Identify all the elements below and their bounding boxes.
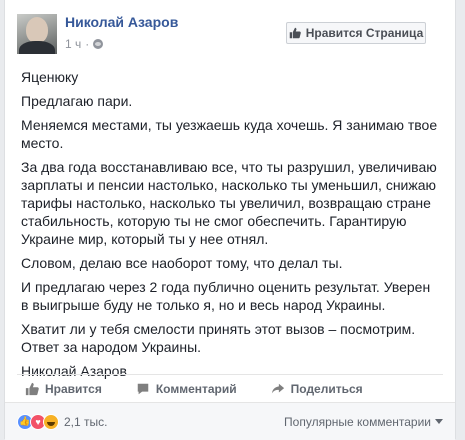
globe-icon[interactable]	[93, 39, 104, 49]
thumbs-up-icon	[25, 382, 39, 396]
like-label: Нравится	[45, 382, 102, 396]
comment-button[interactable]: Комментарий	[136, 382, 237, 396]
post-paragraph: Словом, делаю все наоборот тому, что дел…	[21, 255, 343, 271]
haha-icon[interactable]	[43, 413, 59, 430]
reactions-bar: 👍 ♥ 2,1 тыс. Популярные комментарии	[5, 402, 455, 440]
share-label: Поделиться	[290, 382, 363, 396]
comment-label: Комментарий	[155, 382, 237, 396]
author-name[interactable]: Николай Азаров	[65, 14, 178, 30]
post-paragraph: И предлагаю через 2 года публично оценит…	[21, 279, 431, 313]
comment-sort-label: Популярные комментарии	[284, 414, 431, 429]
caret-down-icon	[435, 419, 443, 424]
share-icon	[271, 383, 284, 394]
like-page-button[interactable]: Нравится Страница	[286, 22, 426, 44]
post-paragraph: Яценюку	[21, 69, 79, 85]
like-page-label: Нравится Страница	[305, 26, 424, 40]
action-bar: Нравится Комментарий Поделиться	[17, 374, 443, 401]
post-paragraph: Меняемся местами, ты уезжаешь куда хочеш…	[21, 117, 438, 151]
avatar[interactable]	[17, 14, 57, 54]
like-button[interactable]: Нравится	[25, 382, 102, 396]
share-button[interactable]: Поделиться	[271, 382, 363, 396]
post-paragraph: Ответ за народом Украины.	[21, 339, 202, 355]
separator: ·	[85, 37, 90, 51]
post-body: Яценюку Предлагаю пари. Меняемся местами…	[21, 68, 441, 386]
post-paragraph: Предлагаю пари.	[21, 93, 133, 109]
post-paragraph: За два года восстанавливаю все, что ты р…	[21, 159, 437, 247]
post-paragraph: Хватит ли у тебя смелости принять этот в…	[21, 321, 416, 337]
thumbs-up-icon	[289, 27, 301, 39]
post-time[interactable]: 1 ч	[65, 37, 81, 51]
comment-sort-dropdown[interactable]: Популярные комментарии	[284, 415, 443, 429]
avatar-shoulders	[19, 41, 55, 54]
reaction-count[interactable]: 2,1 тыс.	[64, 415, 107, 429]
comment-icon	[137, 383, 149, 395]
avatar-face	[26, 17, 48, 43]
post-meta: 1 ч ·	[65, 37, 104, 51]
post-card: Николай Азаров 1 ч · Нравится Страница Я…	[4, 0, 456, 440]
